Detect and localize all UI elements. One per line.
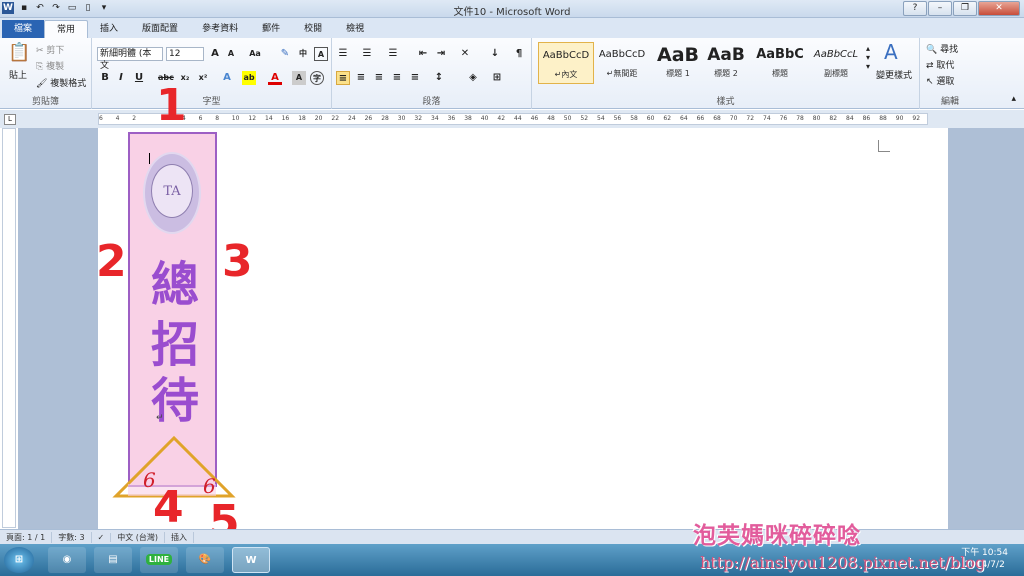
- file-explorer-icon[interactable]: ▤: [94, 547, 132, 573]
- word-count[interactable]: 字數: 3: [52, 531, 92, 543]
- annotation-6-right: 6: [203, 474, 216, 498]
- paint-icon[interactable]: 🎨: [186, 547, 224, 573]
- watermark-title: 泡芙媽咪碎碎唸: [693, 522, 861, 549]
- annotation-4: 4: [153, 482, 184, 533]
- chrome-icon[interactable]: ◉: [48, 547, 86, 573]
- page-count[interactable]: 頁面: 1 / 1: [0, 531, 53, 543]
- annotation-1: 1: [156, 80, 187, 131]
- language-indicator[interactable]: 中文 (台灣): [111, 531, 166, 543]
- watermark-url: http://ainslyou1208.pixnet.net/blog: [700, 553, 986, 572]
- proofing-icon[interactable]: ✓: [92, 532, 112, 542]
- start-button[interactable]: ⊞: [4, 547, 34, 573]
- annotation-2: 2: [96, 236, 127, 287]
- status-bar: 頁面: 1 / 1 字數: 3 ✓ 中文 (台灣) 插入: [0, 529, 1024, 544]
- insert-mode[interactable]: 插入: [165, 531, 195, 543]
- line-app-icon[interactable]: LINE: [140, 547, 178, 573]
- word-taskbar-icon[interactable]: W: [232, 547, 270, 573]
- annotation-3: 3: [222, 236, 253, 287]
- annotation-6-left: 6: [143, 468, 156, 492]
